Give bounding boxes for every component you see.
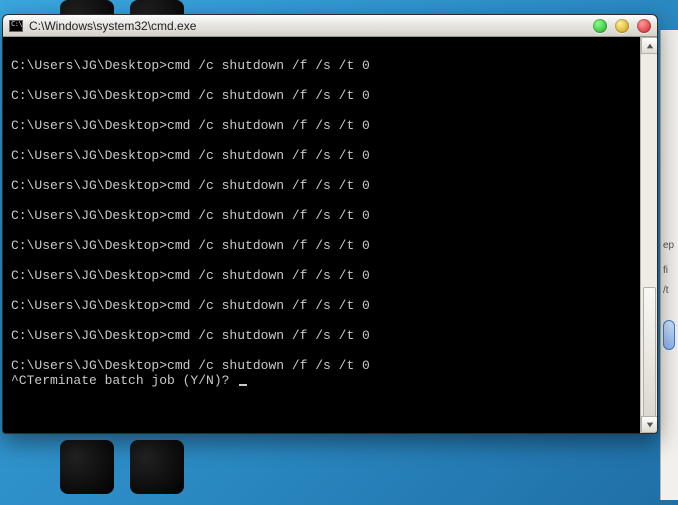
terminal-line: C:\Users\JG\Desktop>cmd /c shutdown /f /…	[11, 328, 632, 343]
terminal-line: C:\Users\JG\Desktop>cmd /c shutdown /f /…	[11, 208, 632, 223]
terminal-line: C:\Users\JG\Desktop>cmd /c shutdown /f /…	[11, 118, 632, 133]
cmd-icon	[9, 20, 23, 32]
terminal-output[interactable]: C:\Users\JG\Desktop>cmd /c shutdown /f /…	[3, 37, 640, 433]
cursor	[239, 384, 247, 386]
terminal-line: C:\Users\JG\Desktop>cmd /c shutdown /f /…	[11, 268, 632, 283]
bg-text-fragment: /t	[663, 285, 669, 296]
bg-text-fragment: ep	[663, 240, 674, 251]
window-title: C:\Windows\system32\cmd.exe	[29, 19, 593, 33]
window-controls	[593, 19, 651, 33]
scroll-up-button[interactable]	[641, 37, 658, 54]
terminal-line: C:\Users\JG\Desktop>cmd /c shutdown /f /…	[11, 58, 632, 73]
client-area: C:\Users\JG\Desktop>cmd /c shutdown /f /…	[3, 37, 657, 433]
terminal-line: ^CTerminate batch job (Y/N)?	[11, 373, 632, 388]
terminal-line: C:\Users\JG\Desktop>cmd /c shutdown /f /…	[11, 88, 632, 103]
background-window-edge: ep fi /t	[660, 30, 678, 500]
cmd-window: C:\Windows\system32\cmd.exe C:\Users\JG\…	[2, 14, 658, 434]
desktop: ep fi /t C:\Windows\system32\cmd.exe C:\…	[0, 0, 678, 505]
desktop-icon[interactable]	[130, 440, 184, 494]
bg-text-fragment: fi	[663, 265, 668, 276]
terminal-line: C:\Users\JG\Desktop>cmd /c shutdown /f /…	[11, 148, 632, 163]
scroll-thumb[interactable]	[643, 287, 656, 417]
desktop-icon[interactable]	[60, 440, 114, 494]
minimize-button[interactable]	[593, 19, 607, 33]
chevron-up-icon	[646, 42, 654, 50]
maximize-button[interactable]	[615, 19, 629, 33]
chevron-down-icon	[646, 421, 654, 429]
terminal-line: C:\Users\JG\Desktop>cmd /c shutdown /f /…	[11, 298, 632, 313]
terminal-line: C:\Users\JG\Desktop>cmd /c shutdown /f /…	[11, 178, 632, 193]
titlebar[interactable]: C:\Windows\system32\cmd.exe	[3, 15, 657, 37]
terminal-line: C:\Users\JG\Desktop>cmd /c shutdown /f /…	[11, 238, 632, 253]
terminal-line: C:\Users\JG\Desktop>cmd /c shutdown /f /…	[11, 358, 632, 373]
close-button[interactable]	[637, 19, 651, 33]
bg-button-fragment	[663, 320, 675, 350]
vertical-scrollbar[interactable]	[640, 37, 657, 433]
scroll-down-button[interactable]	[641, 416, 658, 433]
